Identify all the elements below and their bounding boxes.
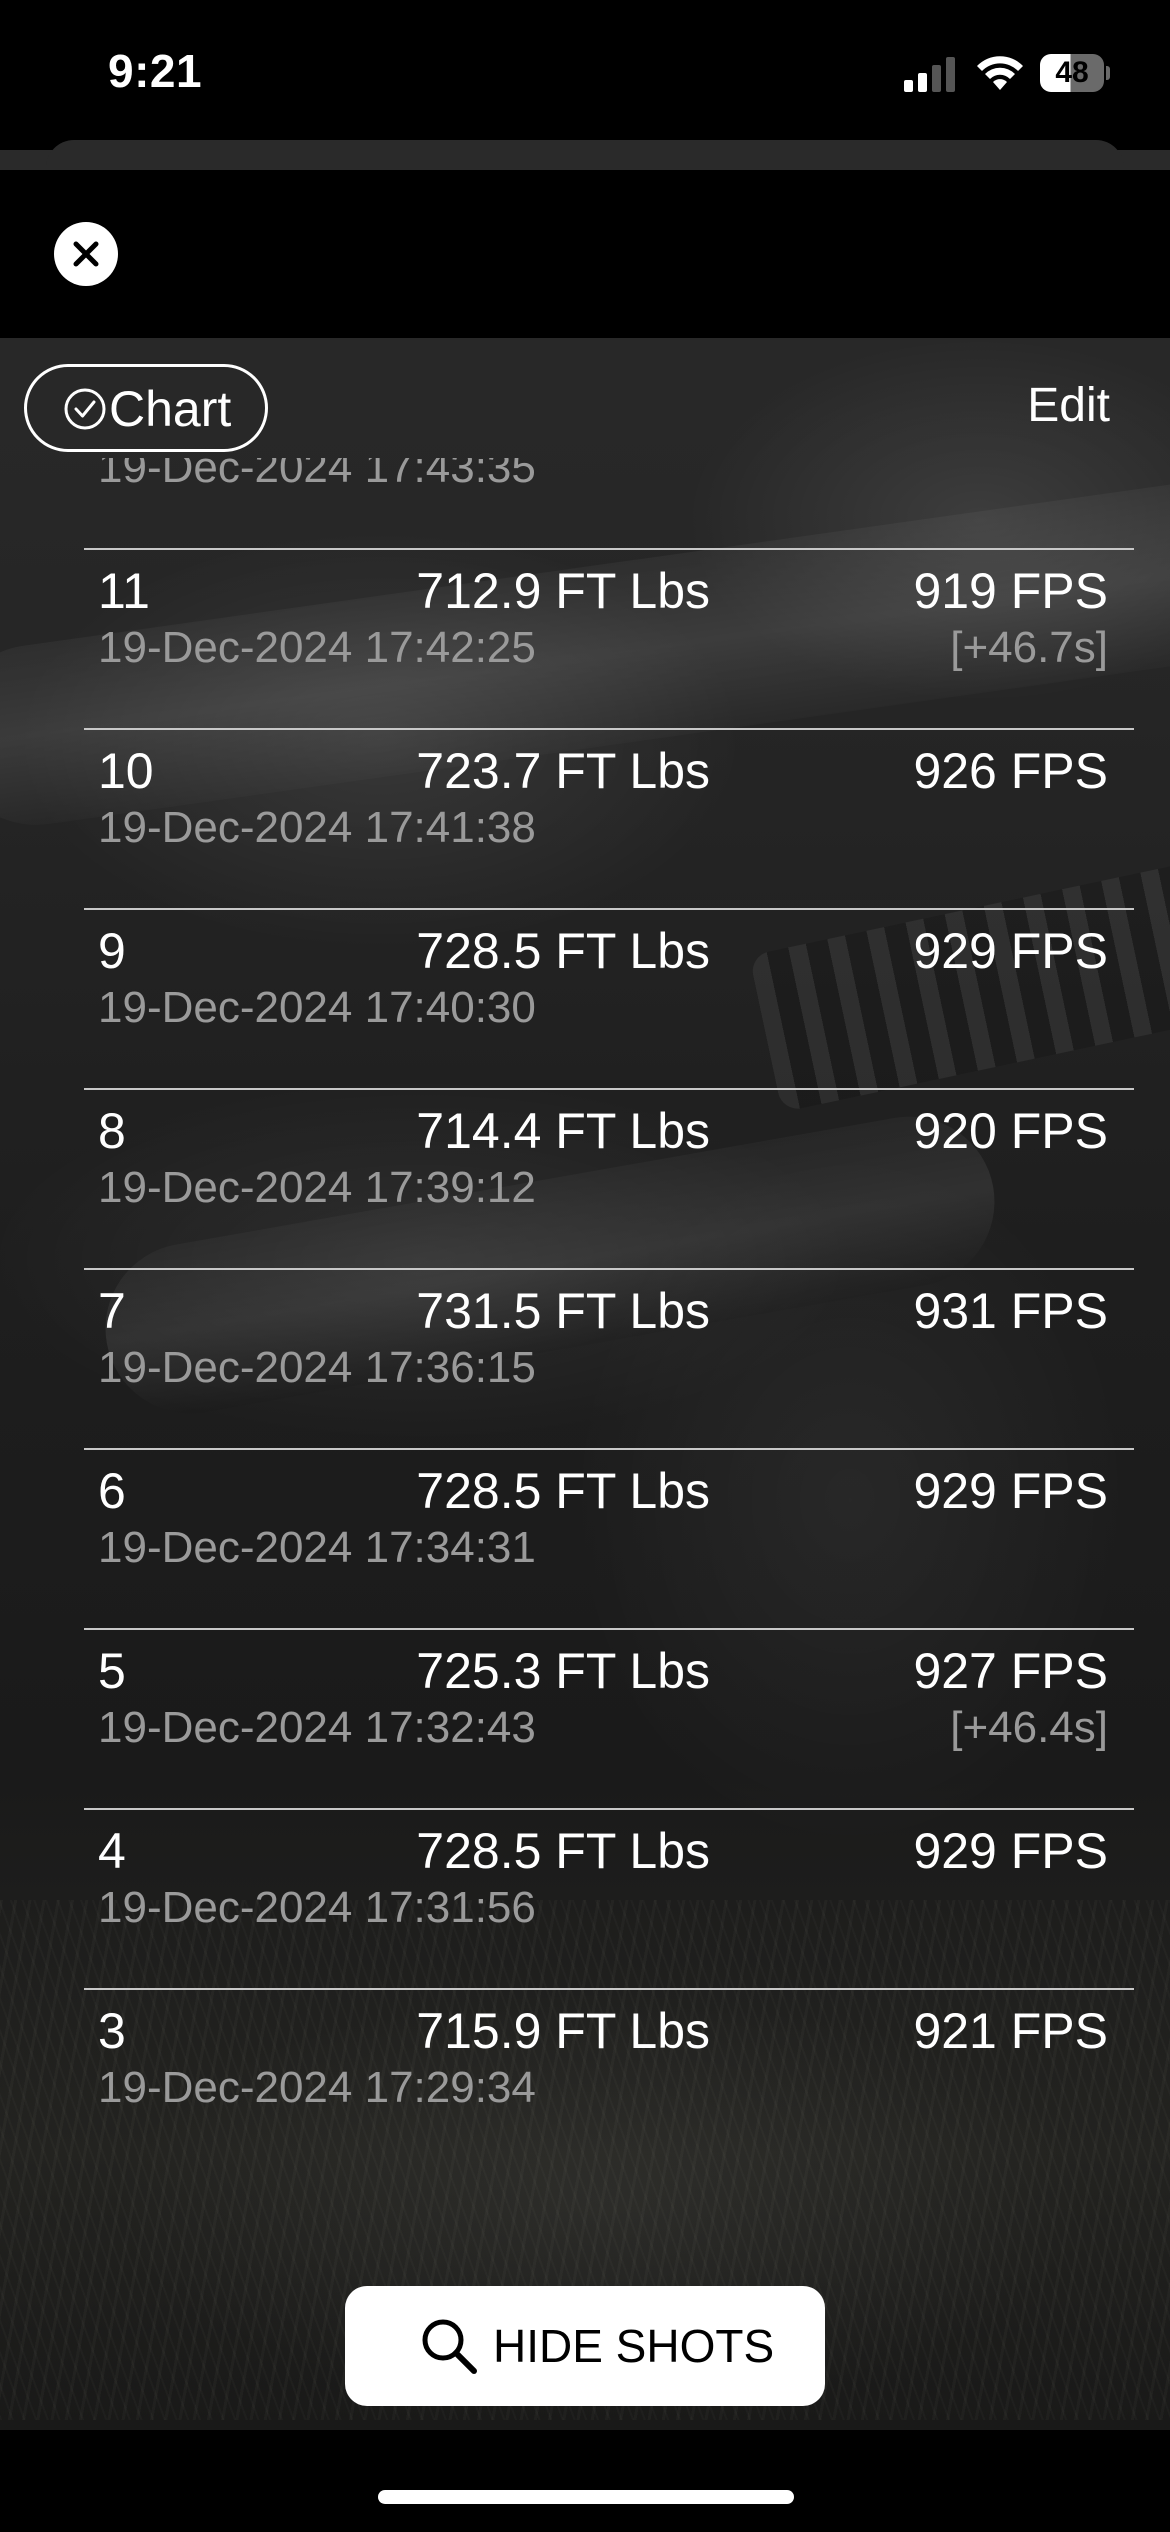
shot-velocity: 926 FPS xyxy=(913,743,1108,799)
check-circle-icon xyxy=(64,388,106,430)
shot-energy: 728.5 FT Lbs xyxy=(416,1463,710,1519)
shot-energy: 725.3 FT Lbs xyxy=(416,1643,710,1699)
shot-energy: 728.5 FT Lbs xyxy=(416,1823,710,1879)
shot-timestamp: 19-Dec-2024 17:29:34 xyxy=(98,2063,536,2112)
shot-list-viewport[interactable]: 12718.9 FT Lbs921 FPS19-Dec-2024 17:43:3… xyxy=(0,458,1170,2218)
battery-icon: 48 xyxy=(1040,54,1110,92)
shot-row[interactable]: 11 712.9 FT Lbs 919 FPS 19-Dec-2024 17:42:2… xyxy=(84,550,1134,730)
shot-number: 7 xyxy=(98,1283,126,1339)
shot-velocity: 919 FPS xyxy=(913,563,1108,619)
shot-row[interactable]: 7 731.5 FT Lbs 931 FPS 19-Dec-2024 17:36:15 xyxy=(84,1270,1134,1450)
shot-velocity: 920 FPS xyxy=(913,1103,1108,1159)
shot-number: 3 xyxy=(98,2003,126,2059)
shot-timestamp: 19-Dec-2024 17:34:31 xyxy=(98,1523,536,1572)
shot-row[interactable]: 4 728.5 FT Lbs 929 FPS 19-Dec-2024 17:31:56 xyxy=(84,1810,1134,1990)
shot-energy: 723.7 FT Lbs xyxy=(416,743,710,799)
shot-timestamp: 19-Dec-2024 17:42:25 xyxy=(98,623,536,672)
sheet-header xyxy=(0,170,1170,338)
edit-button[interactable]: Edit xyxy=(1027,376,1110,436)
shot-velocity: 929 FPS xyxy=(913,1823,1108,1879)
battery-level: 48 xyxy=(1055,56,1089,89)
shot-velocity: 929 FPS xyxy=(913,1463,1108,1519)
shot-number: 10 xyxy=(98,743,154,799)
shot-row[interactable]: 6 728.5 FT Lbs 929 FPS 19-Dec-2024 17:34:31 xyxy=(84,1450,1134,1630)
shot-velocity: 929 FPS xyxy=(913,923,1108,979)
status-time: 9:21 xyxy=(108,45,203,97)
shot-energy: 715.9 FT Lbs xyxy=(416,2003,710,2059)
shot-timestamp: 19-Dec-2024 17:41:38 xyxy=(98,803,536,852)
shot-timestamp: 19-Dec-2024 17:31:56 xyxy=(98,1883,536,1932)
status-bar: 9:21 48 xyxy=(0,0,1170,150)
shot-velocity: 931 FPS xyxy=(913,1283,1108,1339)
shot-number: 11 xyxy=(98,563,150,619)
signal-icon xyxy=(904,56,956,92)
close-icon xyxy=(73,241,99,267)
shot-number: 5 xyxy=(98,1643,126,1699)
wifi-icon xyxy=(977,56,1023,90)
shot-row[interactable]: 12718.9 FT Lbs921 FPS19-Dec-2024 17:43:3… xyxy=(84,458,1134,550)
shot-velocity: 921 FPS xyxy=(913,2003,1108,2059)
shot-list: 12718.9 FT Lbs921 FPS19-Dec-2024 17:43:3… xyxy=(0,458,1170,2170)
shot-energy: 714.4 FT Lbs xyxy=(416,1103,710,1159)
chart-toggle-button[interactable]: Chart xyxy=(24,364,268,452)
shot-number: 6 xyxy=(98,1463,126,1519)
shot-energy: 731.5 FT Lbs xyxy=(416,1283,710,1339)
hide-shots-label: HIDE SHOTS xyxy=(493,2320,775,2372)
shot-row[interactable]: 10 723.7 FT Lbs 926 FPS 19-Dec-2024 17:41:3… xyxy=(84,730,1134,910)
shot-timestamp: 19-Dec-2024 17:39:12 xyxy=(98,1163,536,1212)
hide-shots-button[interactable]: HIDE SHOTS xyxy=(345,2286,825,2406)
shot-history-screen: 9:21 48 Chart Edit 19-Dec-2024 17:43:35 … xyxy=(0,0,1170,2532)
shot-interval: [+46.7s] xyxy=(950,623,1108,672)
chart-label: Chart xyxy=(109,381,232,437)
shot-row[interactable]: 5 725.3 FT Lbs 927 FPS 19-Dec-2024 17:32:43… xyxy=(84,1630,1134,1810)
shot-interval: [+46.4s] xyxy=(950,1703,1108,1752)
shot-timestamp: 19-Dec-2024 17:36:15 xyxy=(98,1343,536,1392)
shot-number: 9 xyxy=(98,923,126,979)
shot-timestamp: 19-Dec-2024 17:32:43 xyxy=(98,1703,536,1752)
shot-timestamp: 19-Dec-2024 17:43:35 xyxy=(98,458,536,492)
shot-row[interactable]: 9 728.5 FT Lbs 929 FPS 19-Dec-2024 17:40:30 xyxy=(84,910,1134,1090)
shot-number: 4 xyxy=(98,1823,126,1879)
bottom-safe-area xyxy=(0,2430,1170,2532)
shot-energy: 712.9 FT Lbs xyxy=(416,563,710,619)
shot-velocity: 927 FPS xyxy=(913,1643,1108,1699)
search-icon xyxy=(422,2319,477,2374)
shot-timestamp: 19-Dec-2024 17:40:30 xyxy=(98,983,536,1032)
shot-energy: 728.5 FT Lbs xyxy=(416,923,710,979)
shot-row[interactable]: 8 714.4 FT Lbs 920 FPS 19-Dec-2024 17:39:12 xyxy=(84,1090,1134,1270)
shot-number: 8 xyxy=(98,1103,126,1159)
close-button[interactable] xyxy=(54,222,118,286)
home-indicator[interactable] xyxy=(378,2490,794,2504)
shot-row[interactable]: 3 715.9 FT Lbs 921 FPS 19-Dec-2024 17:29:34 xyxy=(84,1990,1134,2170)
